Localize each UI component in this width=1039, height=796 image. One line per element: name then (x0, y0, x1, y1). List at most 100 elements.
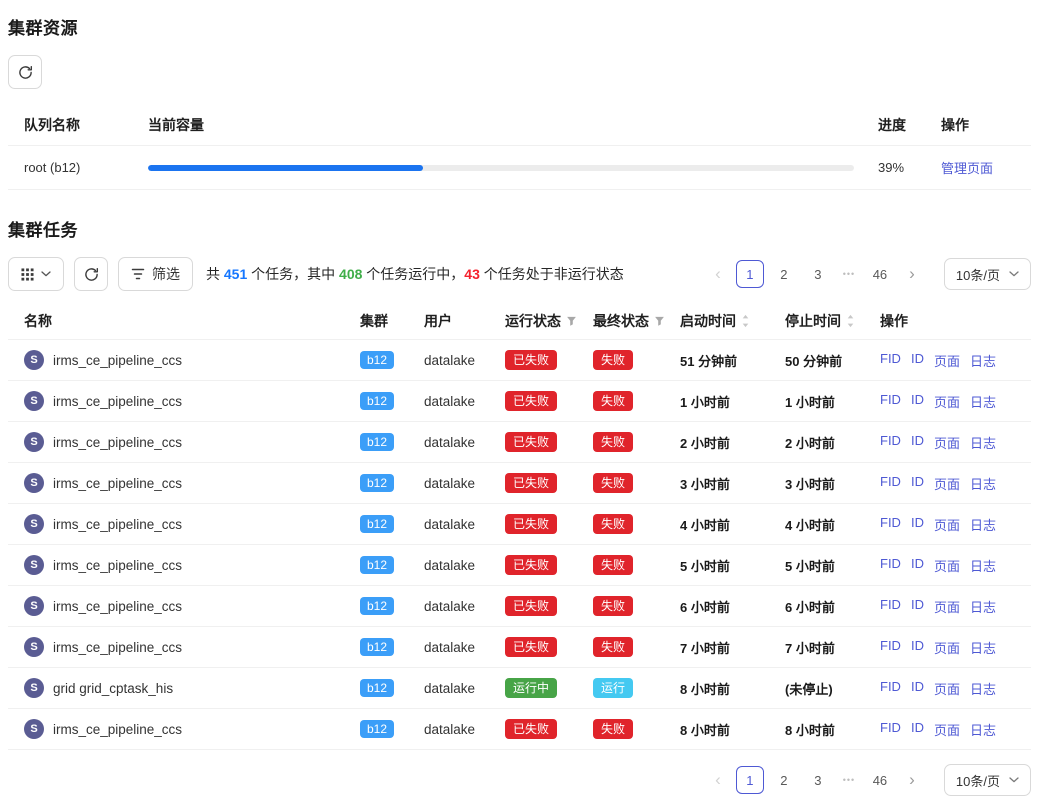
page-button-1[interactable]: 1 (736, 260, 764, 288)
sorter-icon[interactable] (741, 314, 750, 328)
task-action-id-link[interactable]: ID (911, 474, 924, 493)
manage-page-link[interactable]: 管理页面 (941, 161, 993, 176)
summary-text: 共 (206, 266, 224, 282)
task-action-page-link[interactable]: 页面 (934, 351, 960, 370)
task-action-page-link[interactable]: 页面 (934, 597, 960, 616)
task-action-log-link[interactable]: 日志 (970, 679, 996, 698)
spark-avatar: S (24, 473, 44, 493)
start-time: 3 小时前 (672, 474, 777, 493)
task-action-log-link[interactable]: 日志 (970, 433, 996, 452)
task-action-log-link[interactable]: 日志 (970, 556, 996, 575)
cluster-badge: b12 (360, 556, 394, 574)
capacity-progress-fill (148, 165, 423, 171)
task-action-id-link[interactable]: ID (911, 720, 924, 739)
summary-text: 个任务运行中， (362, 266, 464, 282)
task-action-fid-link[interactable]: FID (880, 351, 901, 370)
task-name: irms_ce_pipeline_ccs (53, 435, 182, 450)
run-status-badge: 已失败 (505, 637, 557, 657)
task-action-page-link[interactable]: 页面 (934, 720, 960, 739)
stop-time: 5 小时前 (777, 556, 872, 575)
task-action-fid-link[interactable]: FID (880, 392, 901, 411)
page-size-select[interactable]: 10条/页 (944, 258, 1031, 290)
col-cluster: 集群 (352, 311, 416, 331)
page-size-select[interactable]: 10条/页 (944, 764, 1031, 796)
next-page-button[interactable]: › (900, 260, 924, 288)
run-status-badge: 已失败 (505, 391, 557, 411)
page-button-2[interactable]: 2 (770, 260, 798, 288)
task-action-id-link[interactable]: ID (911, 638, 924, 657)
task-action-log-link[interactable]: 日志 (970, 720, 996, 739)
task-action-id-link[interactable]: ID (911, 556, 924, 575)
resources-table-header: 队列名称 当前容量 进度 操作 (8, 105, 1031, 146)
task-actions: FID ID 页面日志 (872, 474, 1031, 493)
summary-text: 个任务处于非运行状态 (480, 266, 624, 282)
task-action-log-link[interactable]: 日志 (970, 351, 996, 370)
task-action-log-link[interactable]: 日志 (970, 597, 996, 616)
tasks-refresh-button[interactable] (74, 257, 108, 291)
col-stop-time[interactable]: 停止时间 (777, 311, 872, 331)
col-run-status[interactable]: 运行状态 (497, 311, 585, 331)
filter-button[interactable]: 筛选 (118, 257, 193, 291)
page-button-3[interactable]: 3 (804, 260, 832, 288)
task-action-page-link[interactable]: 页面 (934, 474, 960, 493)
stop-time: 1 小时前 (777, 392, 872, 411)
pagination-bottom-mount: ‹123•••46›10条/页 (706, 764, 1031, 796)
filter-funnel-icon[interactable] (566, 316, 577, 327)
task-action-page-link[interactable]: 页面 (934, 392, 960, 411)
task-action-id-link[interactable]: ID (911, 433, 924, 452)
cluster-badge: b12 (360, 679, 394, 697)
task-action-fid-link[interactable]: FID (880, 679, 901, 698)
task-action-fid-link[interactable]: FID (880, 433, 901, 452)
spark-avatar: S (24, 637, 44, 657)
tasks-toolbar: 筛选 共 451 个任务，其中 408 个任务运行中，43 个任务处于非运行状态… (8, 257, 1031, 291)
task-action-fid-link[interactable]: FID (880, 638, 901, 657)
task-action-fid-link[interactable]: FID (880, 515, 901, 534)
task-action-log-link[interactable]: 日志 (970, 392, 996, 411)
cluster-resources-section: 集群资源 队列名称 当前容量 进度 操作 root (b12) (8, 14, 1031, 190)
bottom-pagination-bar: ‹123•••46›10条/页 (8, 764, 1031, 796)
task-action-log-link[interactable]: 日志 (970, 638, 996, 657)
task-user: datalake (416, 599, 497, 614)
task-name: irms_ce_pipeline_ccs (53, 476, 182, 491)
task-action-page-link[interactable]: 页面 (934, 679, 960, 698)
start-time: 6 小时前 (672, 597, 777, 616)
page-button-46[interactable]: 46 (866, 260, 894, 288)
task-action-page-link[interactable]: 页面 (934, 638, 960, 657)
task-row: S grid grid_cptask_his b12 datalake 运行中 … (8, 668, 1031, 709)
task-action-fid-link[interactable]: FID (880, 556, 901, 575)
task-action-id-link[interactable]: ID (911, 597, 924, 616)
task-action-id-link[interactable]: ID (911, 392, 924, 411)
task-action-id-link[interactable]: ID (911, 515, 924, 534)
run-status-badge: 已失败 (505, 473, 557, 493)
task-action-log-link[interactable]: 日志 (970, 515, 996, 534)
col-final-status[interactable]: 最终状态 (585, 311, 672, 331)
resources-table: 队列名称 当前容量 进度 操作 root (b12) 39% 管理页面 (8, 105, 1031, 190)
run-status-badge: 已失败 (505, 719, 557, 739)
task-action-fid-link[interactable]: FID (880, 474, 901, 493)
stop-time: 3 小时前 (777, 474, 872, 493)
final-status-badge: 失败 (593, 514, 633, 534)
sorter-icon[interactable] (846, 314, 855, 328)
col-start-time[interactable]: 启动时间 (672, 311, 777, 331)
run-status-badge: 已失败 (505, 350, 557, 370)
task-action-page-link[interactable]: 页面 (934, 433, 960, 452)
resources-refresh-button[interactable] (8, 55, 42, 89)
spark-avatar: S (24, 391, 44, 411)
task-action-page-link[interactable]: 页面 (934, 515, 960, 534)
task-action-fid-link[interactable]: FID (880, 597, 901, 616)
start-time: 4 小时前 (672, 515, 777, 534)
stop-time: 7 小时前 (777, 638, 872, 657)
grid-view-dropdown-button[interactable] (8, 257, 64, 291)
start-time: 2 小时前 (672, 433, 777, 452)
task-action-id-link[interactable]: ID (911, 351, 924, 370)
task-action-log-link[interactable]: 日志 (970, 474, 996, 493)
task-action-page-link[interactable]: 页面 (934, 556, 960, 575)
task-action-id-link[interactable]: ID (911, 679, 924, 698)
final-status-badge: 失败 (593, 637, 633, 657)
task-user: datalake (416, 394, 497, 409)
filter-funnel-icon[interactable] (654, 316, 665, 327)
task-action-fid-link[interactable]: FID (880, 720, 901, 739)
prev-page-button[interactable]: ‹ (706, 260, 730, 288)
task-actions: FID ID 页面日志 (872, 720, 1031, 739)
queue-name: root (b12) (8, 160, 148, 175)
